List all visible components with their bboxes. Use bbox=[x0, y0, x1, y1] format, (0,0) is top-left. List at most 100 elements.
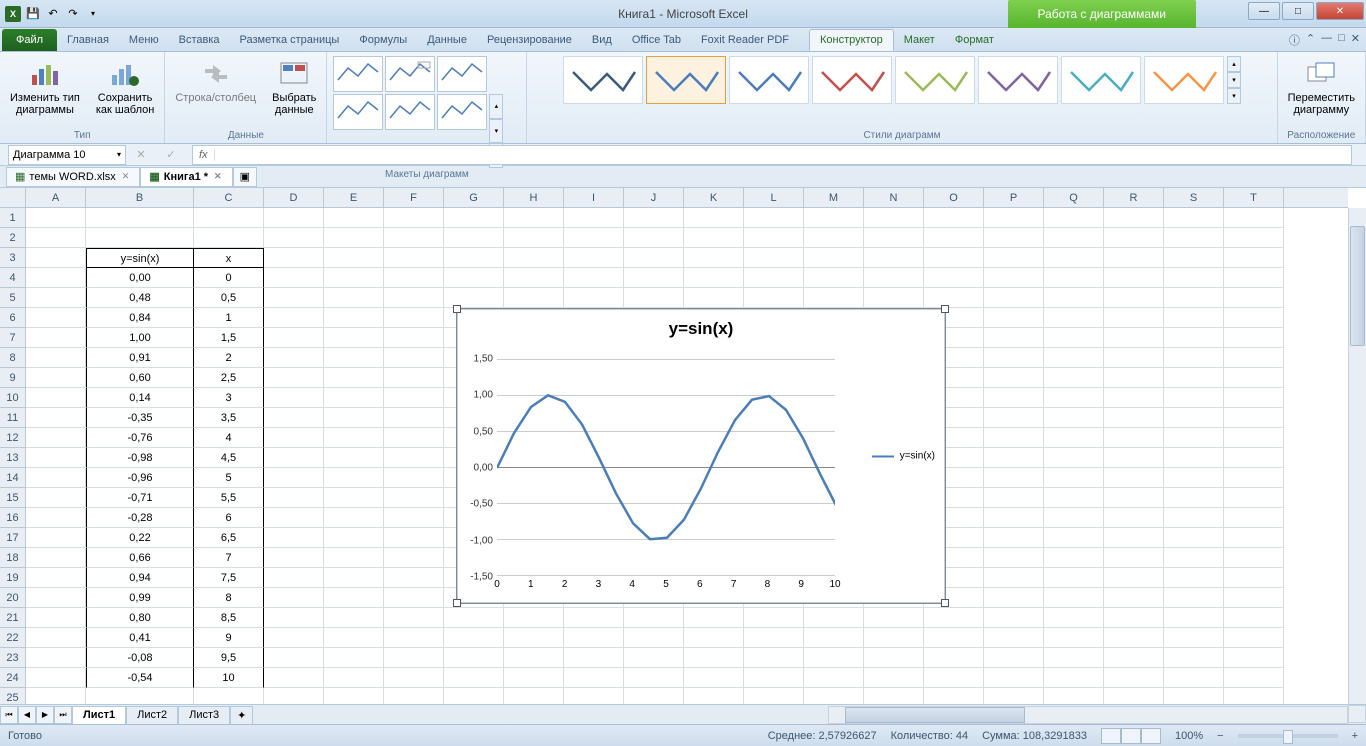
mdi-restore-icon[interactable]: □ bbox=[1338, 32, 1345, 48]
cell[interactable] bbox=[1164, 548, 1224, 568]
cell[interactable] bbox=[504, 208, 564, 228]
cell[interactable] bbox=[26, 388, 86, 408]
cell[interactable] bbox=[564, 608, 624, 628]
close-doc-icon[interactable]: ✕ bbox=[212, 171, 224, 182]
cell[interactable]: 0,80 bbox=[86, 608, 194, 628]
zoom-slider[interactable] bbox=[1238, 734, 1338, 738]
cell[interactable] bbox=[804, 608, 864, 628]
cell[interactable]: 0,00 bbox=[86, 268, 194, 288]
row-header[interactable]: 24 bbox=[0, 668, 25, 688]
cell[interactable] bbox=[324, 228, 384, 248]
tab-разметка-страницы[interactable]: Разметка страницы bbox=[230, 29, 350, 51]
cell[interactable]: 0,41 bbox=[86, 628, 194, 648]
view-pagebreak-button[interactable] bbox=[1141, 728, 1161, 744]
cell[interactable] bbox=[684, 608, 744, 628]
cell[interactable] bbox=[864, 268, 924, 288]
cell[interactable] bbox=[384, 608, 444, 628]
cell[interactable] bbox=[984, 208, 1044, 228]
cell[interactable] bbox=[984, 548, 1044, 568]
sheet-tab-Лист1[interactable]: Лист1 bbox=[72, 706, 126, 724]
tab-вставка[interactable]: Вставка bbox=[169, 29, 230, 51]
cell[interactable] bbox=[984, 228, 1044, 248]
cell[interactable] bbox=[504, 608, 564, 628]
cell[interactable] bbox=[1104, 608, 1164, 628]
cell[interactable] bbox=[264, 388, 324, 408]
cell[interactable] bbox=[1164, 648, 1224, 668]
chart-style-4[interactable] bbox=[812, 56, 892, 104]
move-chart-button[interactable]: Переместить диаграмму bbox=[1284, 56, 1359, 118]
cell[interactable] bbox=[1164, 348, 1224, 368]
cell[interactable] bbox=[444, 608, 504, 628]
sheet-nav-prev[interactable]: ◀ bbox=[18, 706, 36, 724]
cell[interactable] bbox=[504, 648, 564, 668]
cell[interactable] bbox=[1104, 388, 1164, 408]
cell[interactable] bbox=[324, 368, 384, 388]
cell[interactable] bbox=[86, 228, 194, 248]
cell[interactable] bbox=[504, 288, 564, 308]
cell[interactable] bbox=[324, 628, 384, 648]
cell[interactable] bbox=[384, 368, 444, 388]
cell[interactable] bbox=[1224, 508, 1284, 528]
cell[interactable] bbox=[324, 488, 384, 508]
close-button[interactable]: ✕ bbox=[1316, 2, 1364, 20]
cell[interactable] bbox=[1104, 328, 1164, 348]
chart-style-5[interactable] bbox=[895, 56, 975, 104]
row-header[interactable]: 8 bbox=[0, 348, 25, 368]
cell[interactable] bbox=[1224, 268, 1284, 288]
zoom-in-button[interactable]: + bbox=[1352, 730, 1358, 742]
cell[interactable] bbox=[444, 648, 504, 668]
cell[interactable] bbox=[324, 648, 384, 668]
cell[interactable] bbox=[804, 288, 864, 308]
cell[interactable] bbox=[564, 648, 624, 668]
col-header-Q[interactable]: Q bbox=[1044, 188, 1104, 207]
cell[interactable] bbox=[1224, 668, 1284, 688]
cell[interactable] bbox=[1104, 308, 1164, 328]
cell[interactable] bbox=[26, 228, 86, 248]
cell[interactable] bbox=[624, 608, 684, 628]
cell[interactable] bbox=[1224, 388, 1284, 408]
cell[interactable] bbox=[744, 248, 804, 268]
cell[interactable]: 3 bbox=[194, 388, 264, 408]
cell[interactable] bbox=[1224, 468, 1284, 488]
cell[interactable] bbox=[1044, 228, 1104, 248]
new-doc-button[interactable]: ▣ bbox=[233, 167, 257, 187]
cell[interactable] bbox=[1164, 508, 1224, 528]
cell[interactable] bbox=[264, 408, 324, 428]
cell[interactable] bbox=[864, 668, 924, 688]
row-header[interactable]: 9 bbox=[0, 368, 25, 388]
col-header-L[interactable]: L bbox=[744, 188, 804, 207]
cell[interactable] bbox=[1044, 628, 1104, 648]
tab-формат[interactable]: Формат bbox=[945, 29, 1004, 51]
cell[interactable] bbox=[984, 268, 1044, 288]
cell[interactable]: 6 bbox=[194, 508, 264, 528]
cell[interactable] bbox=[984, 308, 1044, 328]
resize-handle-sw[interactable] bbox=[453, 599, 461, 607]
cell[interactable]: 9 bbox=[194, 628, 264, 648]
cell[interactable]: 5 bbox=[194, 468, 264, 488]
cell[interactable] bbox=[1164, 248, 1224, 268]
cell[interactable] bbox=[564, 208, 624, 228]
cell[interactable] bbox=[26, 368, 86, 388]
row-header[interactable]: 14 bbox=[0, 468, 25, 488]
cell[interactable] bbox=[624, 208, 684, 228]
cell[interactable] bbox=[1164, 288, 1224, 308]
cell[interactable] bbox=[1104, 448, 1164, 468]
select-all-button[interactable] bbox=[0, 188, 26, 208]
view-normal-button[interactable] bbox=[1101, 728, 1121, 744]
cell[interactable]: 0,99 bbox=[86, 588, 194, 608]
col-header-G[interactable]: G bbox=[444, 188, 504, 207]
cell[interactable] bbox=[1164, 368, 1224, 388]
row-headers[interactable]: 1234567891011121314151617181920212223242… bbox=[0, 208, 26, 704]
cell[interactable] bbox=[324, 208, 384, 228]
cell[interactable] bbox=[264, 228, 324, 248]
cell[interactable] bbox=[384, 348, 444, 368]
cell[interactable] bbox=[984, 408, 1044, 428]
cell[interactable] bbox=[1164, 588, 1224, 608]
cell[interactable] bbox=[26, 328, 86, 348]
cell[interactable]: -0,54 bbox=[86, 668, 194, 688]
cell[interactable] bbox=[1224, 368, 1284, 388]
cell[interactable] bbox=[1104, 248, 1164, 268]
cell[interactable] bbox=[384, 568, 444, 588]
cell[interactable] bbox=[804, 208, 864, 228]
cell[interactable] bbox=[624, 288, 684, 308]
